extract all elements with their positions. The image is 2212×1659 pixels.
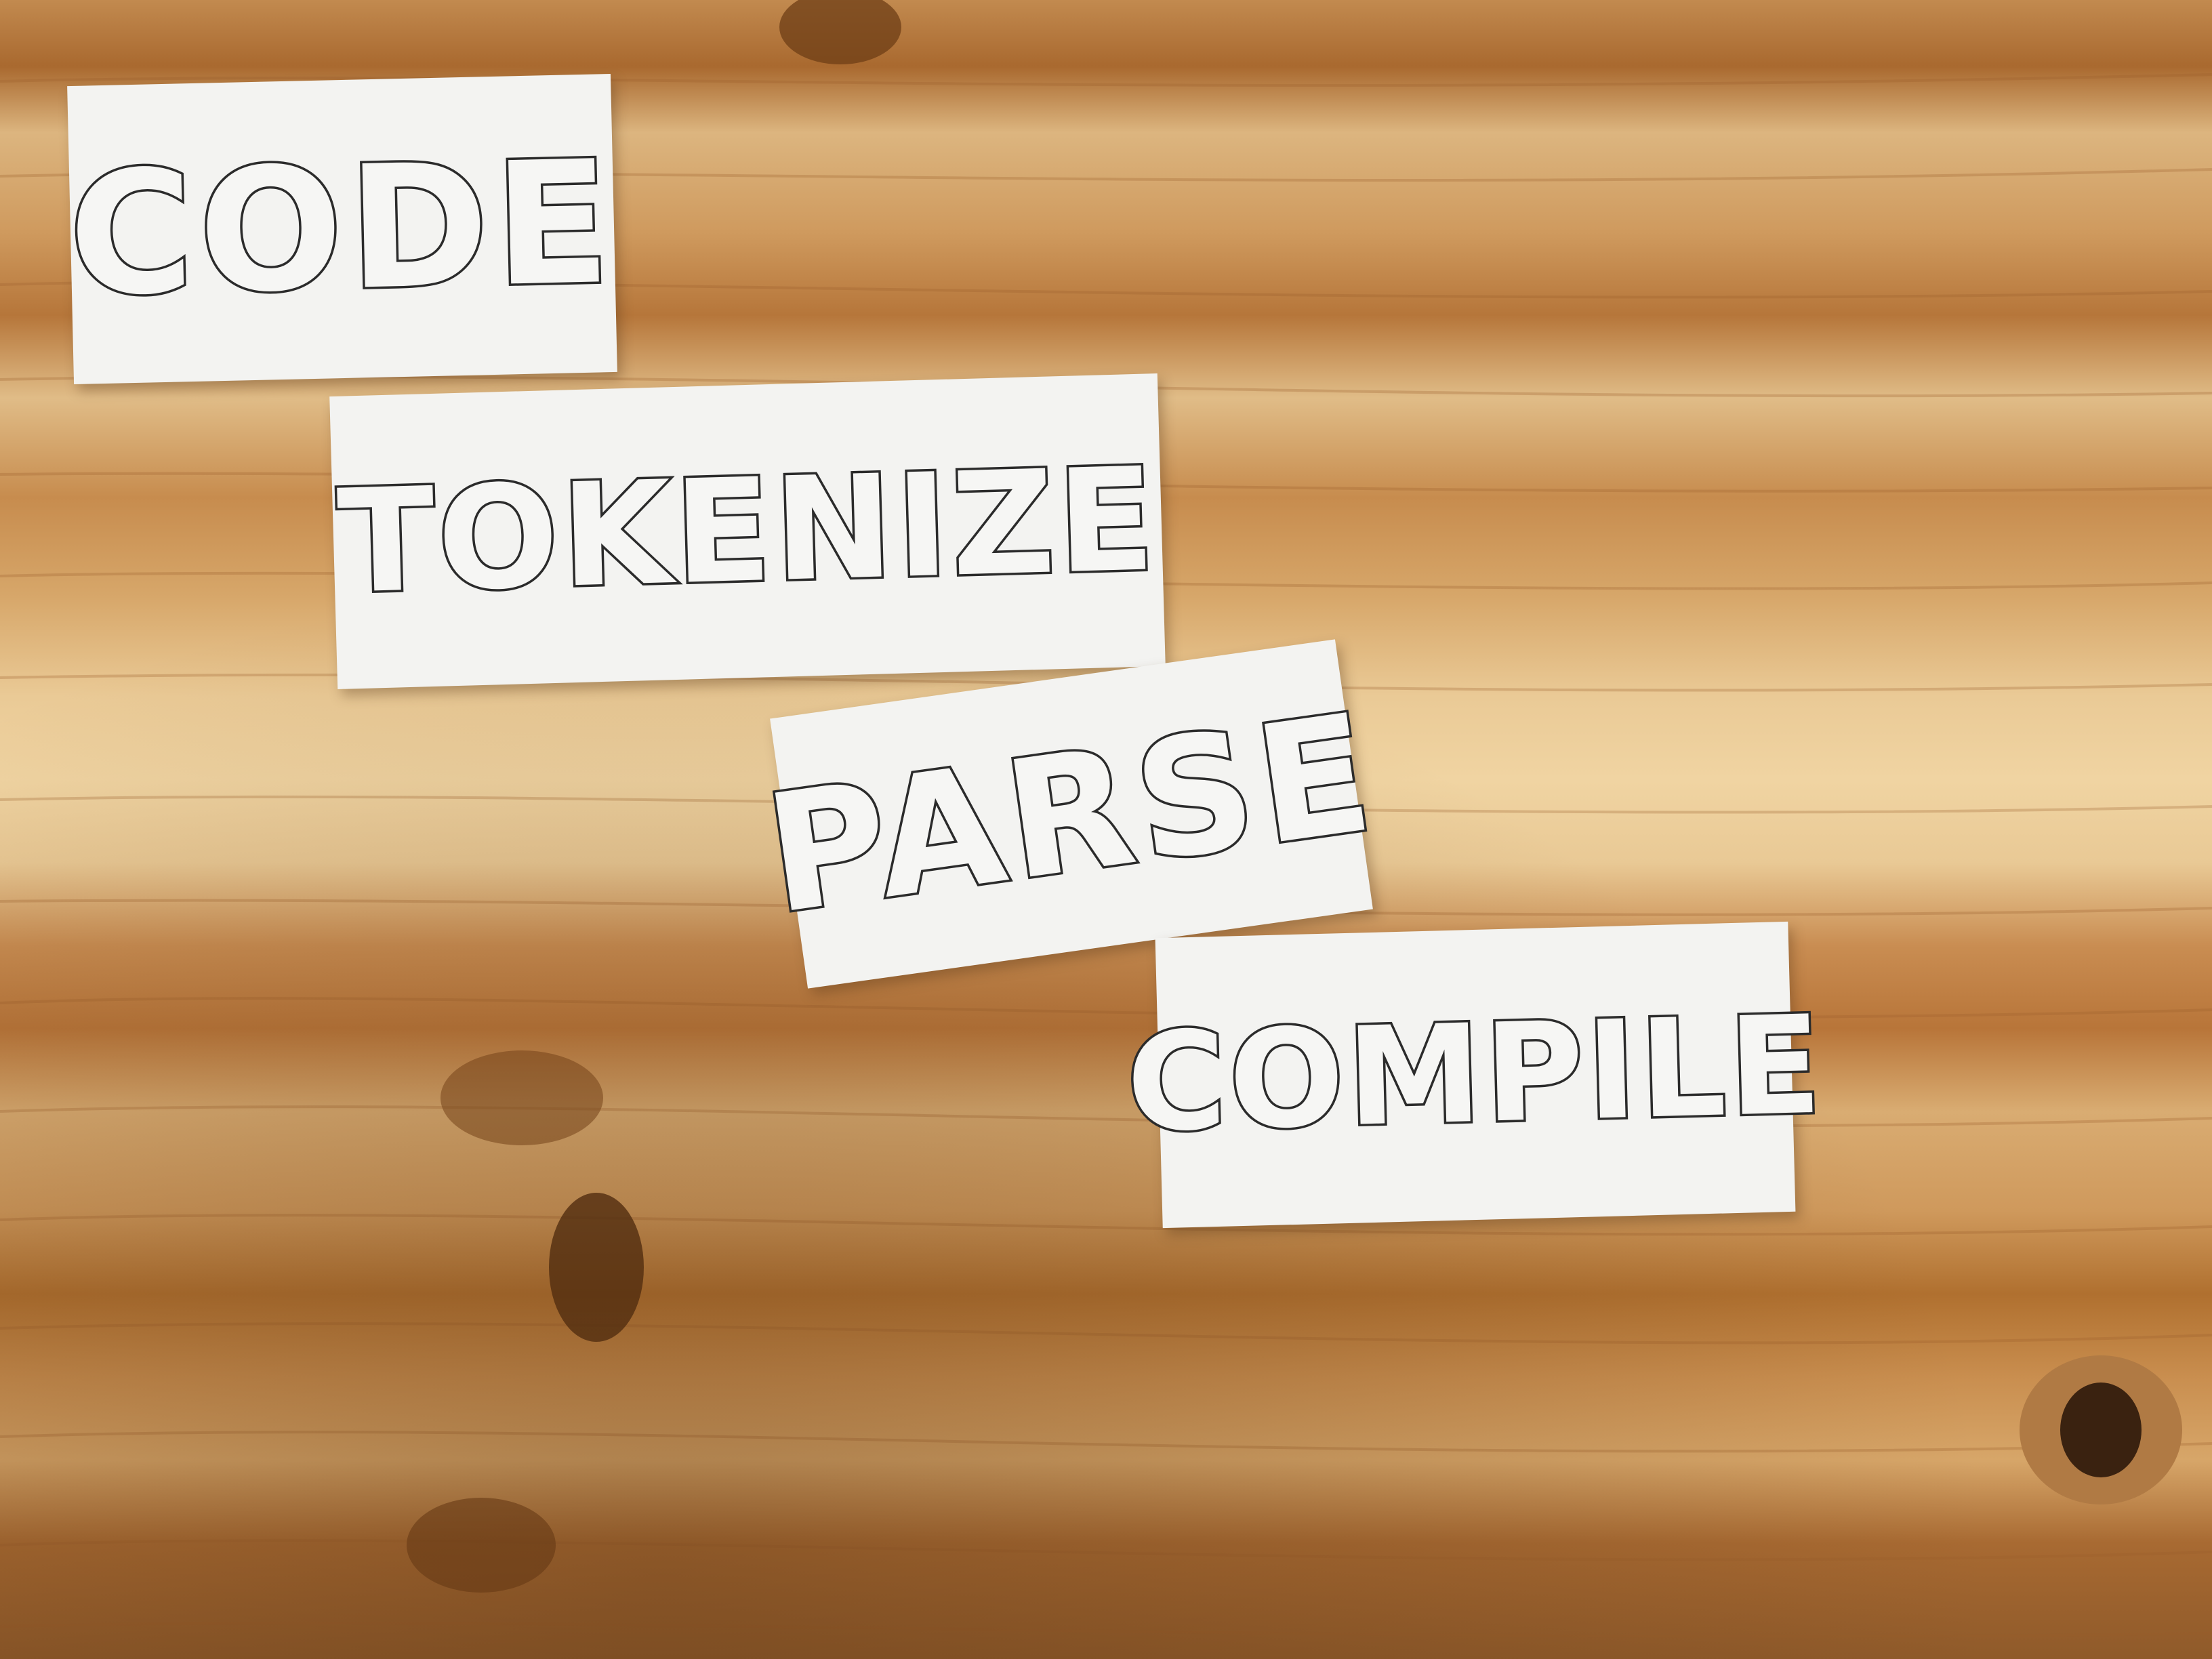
card-code-label: CODE [64, 121, 620, 335]
card-code[interactable]: CODE [64, 73, 620, 385]
photo-scene: CODE TOKENIZE PARSE COMPILE [0, 0, 2212, 1659]
card-compile-label: COMPILE [1122, 984, 1828, 1165]
card-tokenize-label: TOKENIZE [333, 434, 1162, 628]
card-compile[interactable]: COMPILE [1122, 921, 1828, 1229]
card-parse-label: PARSE [754, 675, 1389, 953]
card-tokenize[interactable]: TOKENIZE [329, 373, 1166, 689]
